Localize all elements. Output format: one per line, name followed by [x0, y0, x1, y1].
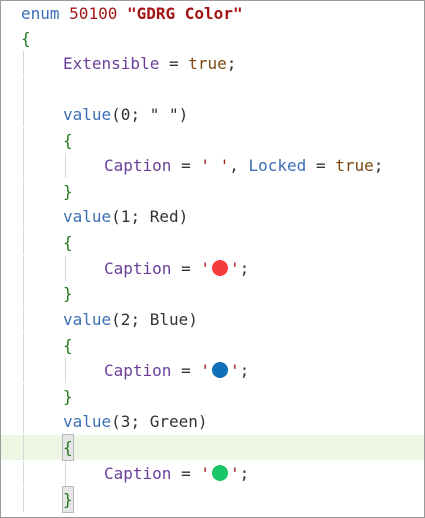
- code-line-value-2-caption[interactable]: Caption = ' ';: [1, 358, 424, 383]
- code-line-value-1-close[interactable]: }: [1, 281, 424, 306]
- indent-guide: [23, 256, 24, 281]
- caption-text: ' ': [200, 156, 230, 175]
- caption-quote-close: ': [229, 361, 240, 380]
- indent-guide: [65, 358, 66, 383]
- code-line-extensible[interactable]: Extensible = true;: [1, 51, 424, 76]
- indent-guide: [23, 230, 24, 255]
- indent-guide: [23, 281, 24, 306]
- extensible-property: Extensible: [63, 54, 160, 73]
- caption-property: Caption: [104, 361, 172, 380]
- code-line-value-2-open[interactable]: {: [1, 333, 424, 358]
- enum-name: "GDRG Color": [126, 4, 243, 23]
- value-close-brace-matched: }: [62, 486, 74, 513]
- enum-id: 50100: [69, 4, 118, 23]
- value-open-brace-matched: {: [62, 434, 74, 461]
- code-line-enum-declaration[interactable]: enum 50100 "GDRG Color": [1, 1, 424, 26]
- indent-guide: [23, 333, 24, 358]
- code-line-enum-open[interactable]: {: [1, 26, 424, 51]
- value-keyword: value: [63, 412, 112, 431]
- semicolon: ;: [239, 361, 250, 380]
- value-open-brace: {: [63, 131, 73, 150]
- code-line-value-0[interactable]: value(0; " "): [1, 102, 424, 127]
- caption-property: Caption: [104, 156, 172, 175]
- caption-quote-open: ': [200, 259, 210, 278]
- code-line-value-1-caption[interactable]: Caption = ' ';: [1, 256, 424, 281]
- indent-guide: [23, 77, 24, 102]
- indent-guide: [65, 256, 66, 281]
- indent-guide: [23, 358, 24, 383]
- enum-open-brace: {: [21, 29, 31, 48]
- semicolon: ;: [239, 464, 250, 483]
- caption-quote-close: ': [229, 464, 240, 483]
- indent-guide: [65, 153, 66, 178]
- indent-guide: [23, 409, 24, 434]
- value-args: (2; Blue): [111, 310, 198, 329]
- code-line-value-3-open-current[interactable]: {: [1, 434, 424, 461]
- indent-guide: [23, 102, 24, 127]
- code-line-value-2-close[interactable]: }: [1, 384, 424, 409]
- locked-value: true: [335, 156, 374, 175]
- value-open-brace: {: [63, 233, 73, 252]
- code-line-blank[interactable]: [1, 77, 424, 102]
- value-open-brace: {: [63, 336, 73, 355]
- enum-keyword: enum: [21, 4, 60, 23]
- code-line-value-3[interactable]: value(3; Green): [1, 409, 424, 434]
- locked-property: Locked: [248, 156, 307, 175]
- code-line-value-0-open[interactable]: {: [1, 128, 424, 153]
- code-line-value-1[interactable]: value(1; Red): [1, 204, 424, 229]
- value-keyword: value: [63, 105, 112, 124]
- code-line-value-0-caption[interactable]: Caption = ' ', Locked = true;: [1, 153, 424, 178]
- value-args: (1; Red): [111, 207, 189, 226]
- indent-guide: [23, 153, 24, 178]
- indent-guide: [23, 204, 24, 229]
- caption-quote-close: ': [229, 259, 240, 278]
- equals-operator: =: [159, 54, 189, 73]
- value-keyword: value: [63, 310, 112, 329]
- caption-quote-open: ': [200, 464, 210, 483]
- green-circle-icon: [211, 465, 228, 481]
- caption-property: Caption: [104, 464, 172, 483]
- semicolon: ;: [239, 259, 250, 278]
- equals-operator: =: [171, 464, 201, 483]
- indent-guide: [23, 435, 24, 460]
- indent-guide: [23, 487, 24, 512]
- equals-operator: =: [306, 156, 336, 175]
- code-line-value-1-open[interactable]: {: [1, 230, 424, 255]
- indent-guide: [23, 51, 24, 76]
- code-line-value-3-caption[interactable]: Caption = ' ';: [1, 461, 424, 486]
- caption-property: Caption: [104, 259, 172, 278]
- red-circle-icon: [211, 260, 228, 276]
- extensible-value: true: [188, 54, 227, 73]
- blue-circle-icon: [211, 362, 228, 378]
- equals-operator: =: [171, 156, 201, 175]
- indent-guide: [23, 384, 24, 409]
- value-args: (3; Green): [111, 412, 208, 431]
- semicolon: ;: [226, 54, 237, 73]
- code-line-value-3-close[interactable]: }: [1, 486, 424, 513]
- semicolon: ;: [373, 156, 384, 175]
- indent-guide: [65, 461, 66, 486]
- value-close-brace: }: [63, 182, 73, 201]
- equals-operator: =: [171, 259, 201, 278]
- caption-quote-open: ': [200, 361, 210, 380]
- value-args: (0; " "): [111, 105, 189, 124]
- code-line-value-0-close[interactable]: }: [1, 179, 424, 204]
- equals-operator: =: [171, 361, 201, 380]
- code-line-value-2[interactable]: value(2; Blue): [1, 307, 424, 332]
- indent-guide: [23, 461, 24, 486]
- comma-separator: ,: [229, 156, 249, 175]
- indent-guide: [23, 128, 24, 153]
- value-keyword: value: [63, 207, 112, 226]
- value-close-brace: }: [63, 387, 73, 406]
- code-editor[interactable]: enum 50100 "GDRG Color" { Extensible = t…: [0, 0, 425, 518]
- indent-guide: [23, 307, 24, 332]
- indent-guide: [23, 179, 24, 204]
- value-close-brace: }: [63, 284, 73, 303]
